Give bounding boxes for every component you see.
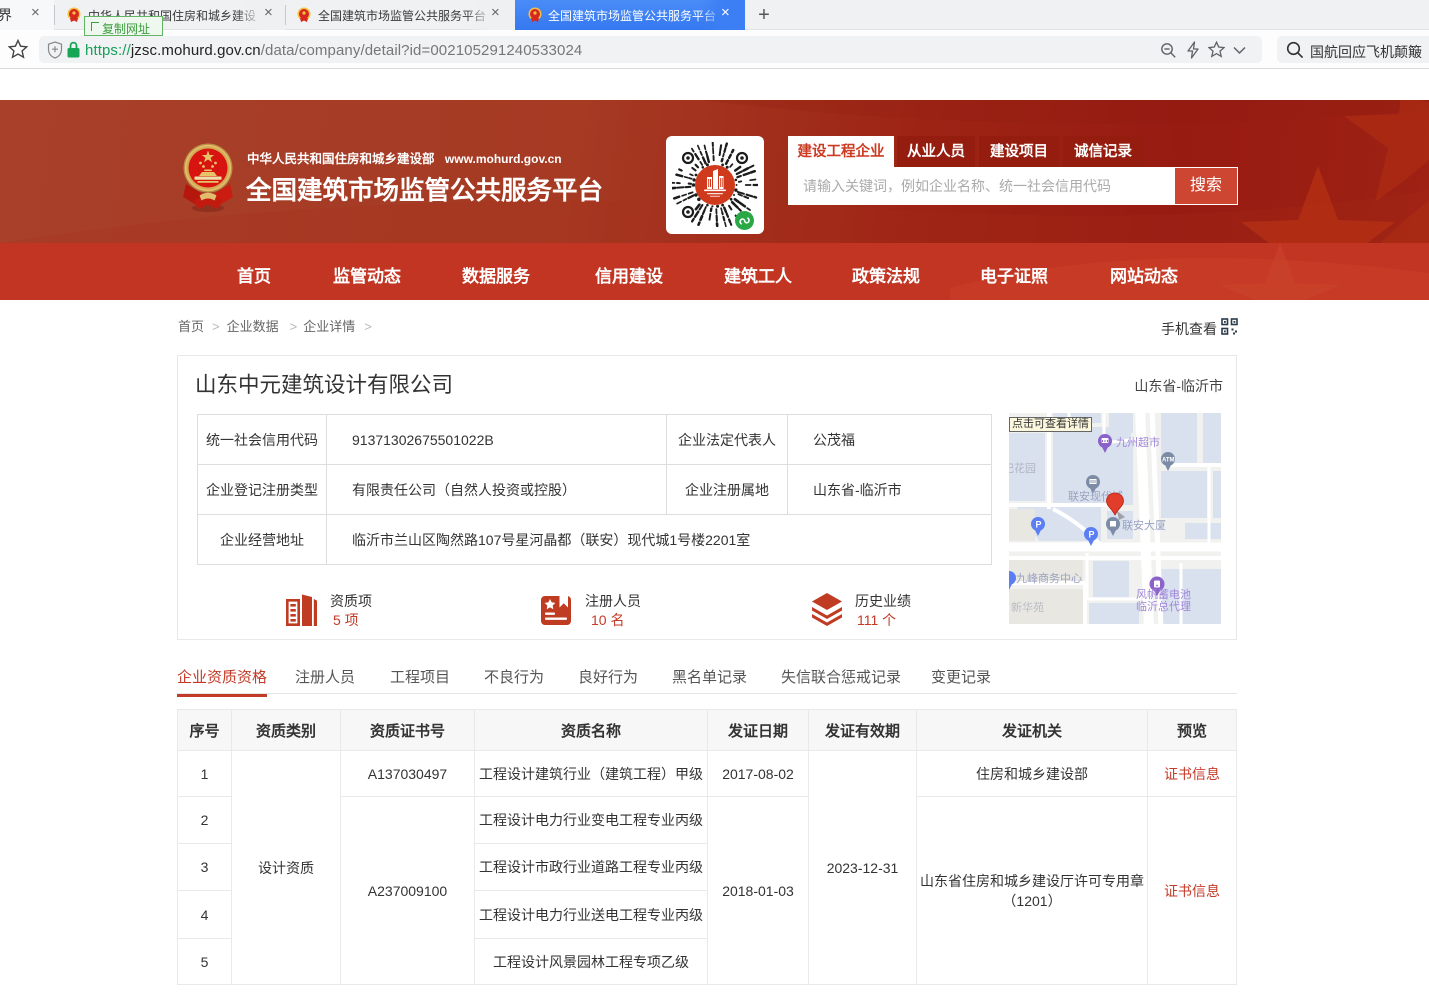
svg-text:P: P	[1036, 520, 1042, 530]
svg-text:记花园: 记花园	[1009, 462, 1036, 475]
svg-text:ATM: ATM	[1162, 458, 1175, 464]
svg-text:新华苑: 新华苑	[1011, 600, 1044, 614]
svg-text:九峰商务中心: 九峰商务中心	[1016, 571, 1082, 585]
svg-text:风帆蓄电池: 风帆蓄电池	[1136, 587, 1191, 601]
svg-text:临沂总代理: 临沂总代理	[1136, 599, 1191, 613]
svg-text:P: P	[1089, 530, 1095, 540]
svg-text:九州超市: 九州超市	[1116, 435, 1160, 449]
svg-text:联安大厦: 联安大厦	[1122, 518, 1166, 532]
